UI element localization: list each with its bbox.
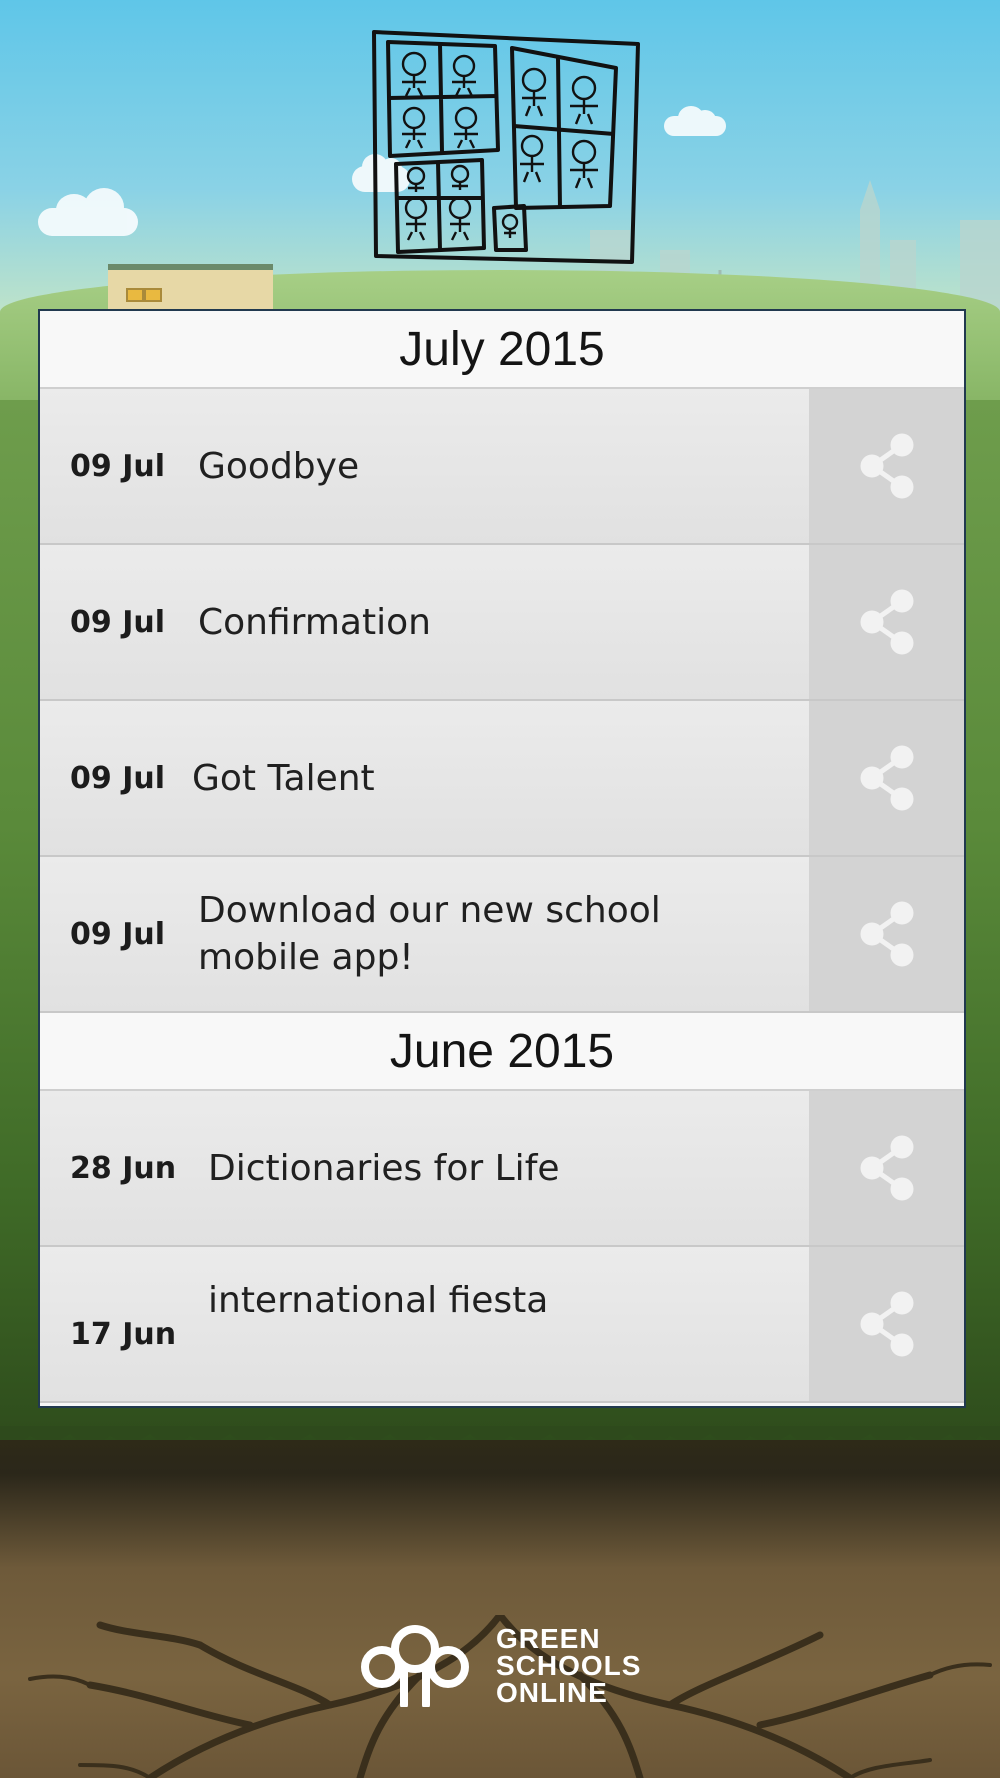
news-item: 09 Jul Goodbye bbox=[40, 389, 964, 545]
green-schools-online-logo bbox=[361, 1625, 469, 1707]
brand-name: GREEN SCHOOLS ONLINE bbox=[496, 1622, 642, 1708]
window bbox=[126, 288, 144, 302]
cloud bbox=[38, 188, 138, 236]
news-item: 09 Jul Confirmation bbox=[40, 545, 964, 701]
news-date: 09 Jul bbox=[70, 760, 165, 796]
news-title: Got Talent bbox=[192, 757, 375, 799]
brand-line: SCHOOLS bbox=[496, 1649, 642, 1681]
news-item-content[interactable]: 09 Jul Goodbye bbox=[40, 389, 809, 543]
news-item-content[interactable]: 17 Jun international fiesta bbox=[40, 1247, 809, 1401]
share-button[interactable] bbox=[809, 701, 964, 855]
brand-logo: GREEN SCHOOLS ONLINE bbox=[360, 1620, 660, 1710]
news-title: Download our new school mobile app! bbox=[198, 890, 661, 978]
news-item: 09 Jul Download our new school mobile ap… bbox=[40, 857, 964, 1013]
news-date: 09 Jul bbox=[70, 448, 165, 484]
share-icon bbox=[860, 433, 913, 499]
cloud bbox=[664, 106, 726, 136]
news-list-panel: July 2015 09 Jul Goodbye 09 Jul Confirma… bbox=[38, 309, 966, 1408]
share-button[interactable] bbox=[809, 389, 964, 543]
news-date: 17 Jun bbox=[70, 1317, 177, 1352]
share-button[interactable] bbox=[809, 857, 964, 1011]
news-title: Confirmation bbox=[198, 601, 431, 643]
share-icon bbox=[860, 745, 913, 811]
brand-line: GREEN bbox=[496, 1622, 601, 1654]
share-button[interactable] bbox=[809, 545, 964, 699]
news-item: 28 Jun Dictionaries for Life bbox=[40, 1091, 964, 1247]
school-logo-drawing bbox=[372, 30, 640, 264]
news-item: 09 Jul Got Talent bbox=[40, 701, 964, 857]
news-date: 28 Jun bbox=[70, 1150, 177, 1186]
news-date: 09 Jul bbox=[70, 604, 165, 640]
news-item-content[interactable]: 09 Jul Got Talent bbox=[40, 701, 809, 855]
window bbox=[144, 288, 162, 302]
news-item-content[interactable]: 09 Jul Confirmation bbox=[40, 545, 809, 699]
share-icon bbox=[860, 1291, 913, 1357]
share-icon bbox=[860, 589, 913, 655]
news-item: 17 Jun international fiesta bbox=[40, 1247, 964, 1403]
news-title: Dictionaries for Life bbox=[208, 1147, 560, 1189]
month-header: June 2015 bbox=[40, 1013, 964, 1091]
news-title: international fiesta bbox=[208, 1280, 549, 1321]
share-button[interactable] bbox=[809, 1091, 964, 1245]
share-icon bbox=[860, 1135, 913, 1201]
news-date: 09 Jul bbox=[70, 916, 165, 952]
news-title: Goodbye bbox=[198, 445, 360, 487]
news-item-content[interactable]: 09 Jul Download our new school mobile ap… bbox=[40, 857, 809, 1011]
brand-line: ONLINE bbox=[496, 1676, 608, 1708]
month-header: July 2015 bbox=[40, 311, 964, 389]
share-icon bbox=[860, 901, 913, 967]
news-item-content[interactable]: 28 Jun Dictionaries for Life bbox=[40, 1091, 809, 1245]
share-button[interactable] bbox=[809, 1247, 964, 1401]
